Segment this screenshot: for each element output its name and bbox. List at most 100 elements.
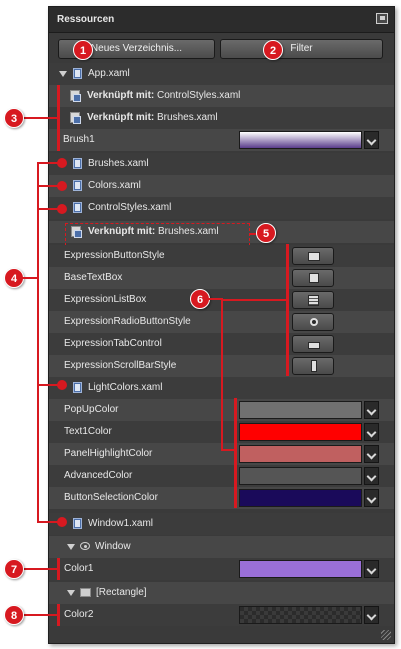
tree-item-label: LightColors.xaml xyxy=(88,382,163,393)
highlight-bar xyxy=(57,129,60,151)
tree-item-label: ControlStyles.xaml xyxy=(88,202,172,213)
tree-item-brushes[interactable]: Brushes.xaml xyxy=(49,153,394,175)
transparent-swatch[interactable] xyxy=(239,606,362,624)
style-preview-button[interactable] xyxy=(292,335,334,353)
callout-5: 5 xyxy=(256,223,276,243)
callout-bracket xyxy=(286,244,289,376)
radio-style-icon xyxy=(310,318,318,326)
eye-icon xyxy=(80,542,90,550)
chevron-down-icon[interactable] xyxy=(364,489,379,507)
tree-item-window1[interactable]: Window1.xaml xyxy=(49,513,394,535)
panel-title: Ressourcen xyxy=(57,14,115,25)
color-swatch[interactable] xyxy=(239,489,362,507)
chevron-down-icon[interactable] xyxy=(364,131,379,149)
xaml-file-icon xyxy=(73,382,82,393)
callout-dot xyxy=(57,380,67,390)
callout-dot xyxy=(57,517,67,527)
chevron-down-icon[interactable] xyxy=(364,445,379,463)
toolbar: Neues Verzeichnis... Filter xyxy=(58,39,384,63)
linked-row[interactable]: Verknüpft mit: ControlStyles.xaml xyxy=(49,85,394,107)
callout-dot xyxy=(57,158,67,168)
style-preview-button[interactable] xyxy=(292,269,334,287)
tree-item-rectangle[interactable]: [Rectangle] xyxy=(49,582,394,604)
style-name: BaseTextBox xyxy=(64,272,123,283)
linked-dictionary-icon xyxy=(70,90,81,102)
expand-arrow-icon[interactable] xyxy=(59,71,67,77)
resource-row-brush1[interactable]: Brush1 xyxy=(49,129,394,151)
color-row[interactable]: Color1 xyxy=(49,558,394,580)
scrollbar-style-icon xyxy=(311,360,317,372)
color-swatch[interactable] xyxy=(239,467,362,485)
expand-arrow-icon[interactable] xyxy=(67,590,75,596)
color-row[interactable]: Color2 xyxy=(49,604,394,626)
linked-row-label: Verknüpft mit: Brushes.xaml xyxy=(87,112,218,123)
listbox-style-icon xyxy=(308,295,319,306)
color-name: AdvancedColor xyxy=(64,470,133,481)
callout-line xyxy=(221,449,235,451)
resource-name: Brush1 xyxy=(63,134,95,145)
xaml-file-icon xyxy=(73,68,82,79)
color-name: PanelHighlightColor xyxy=(64,448,153,459)
style-row[interactable]: ExpressionButtonStyle xyxy=(49,245,394,267)
chevron-down-icon[interactable] xyxy=(364,423,379,441)
style-preview-button[interactable] xyxy=(292,291,334,309)
resize-grip-icon[interactable] xyxy=(381,630,391,640)
color-swatch[interactable] xyxy=(239,401,362,419)
xaml-file-icon xyxy=(73,158,82,169)
chevron-down-icon[interactable] xyxy=(364,560,379,578)
color-name: Text1Color xyxy=(64,426,112,437)
highlight-bar xyxy=(57,558,60,580)
callout-line xyxy=(22,117,57,119)
tree-item-label: App.xaml xyxy=(88,68,130,79)
xaml-file-icon xyxy=(73,180,82,191)
style-name: ExpressionRadioButtonStyle xyxy=(64,316,191,327)
tree-item-label: Window xyxy=(95,541,131,552)
callout-dot xyxy=(57,204,67,214)
color-name: PopUpColor xyxy=(64,404,119,415)
callout-dot xyxy=(57,181,67,191)
pin-icon[interactable] xyxy=(376,13,388,24)
color-swatch[interactable] xyxy=(239,560,362,578)
tabcontrol-style-icon xyxy=(308,342,320,349)
callout-line xyxy=(22,277,38,279)
color-name: ButtonSelectionColor xyxy=(64,492,158,503)
color-name: Color1 xyxy=(64,563,94,574)
style-name: ExpressionListBox xyxy=(64,294,147,305)
style-preview-button[interactable] xyxy=(292,313,334,331)
expand-arrow-icon[interactable] xyxy=(67,544,75,550)
linked-row[interactable]: Verknüpft mit: Brushes.xaml xyxy=(49,107,394,129)
chevron-down-icon[interactable] xyxy=(364,606,379,624)
callout-line xyxy=(208,298,222,300)
tree-item-app[interactable]: App.xaml xyxy=(49,63,394,85)
tree-item-window[interactable]: Window xyxy=(49,536,394,558)
callout-line xyxy=(221,299,287,301)
color-swatch[interactable] xyxy=(239,423,362,441)
tree-item-colors[interactable]: Colors.xaml xyxy=(49,175,394,197)
rectangle-icon xyxy=(80,588,91,597)
filter-button[interactable]: Filter xyxy=(220,39,383,59)
callout-6: 6 xyxy=(190,289,210,309)
callout-8: 8 xyxy=(4,605,24,625)
textbox-style-icon xyxy=(309,273,319,283)
style-name: ExpressionTabControl xyxy=(64,338,162,349)
button-style-icon xyxy=(308,252,320,261)
tree-item-controlstyles[interactable]: ControlStyles.xaml xyxy=(49,197,394,219)
brush-swatch[interactable] xyxy=(239,131,362,149)
style-preview-button[interactable] xyxy=(292,357,334,375)
callout-line xyxy=(22,614,57,616)
chevron-down-icon[interactable] xyxy=(364,467,379,485)
style-row[interactable]: BaseTextBox xyxy=(49,267,394,289)
color-row[interactable]: ButtonSelectionColor xyxy=(49,487,394,509)
chevron-down-icon[interactable] xyxy=(364,401,379,419)
color-row[interactable]: AdvancedColor xyxy=(49,465,394,487)
tree-item-label: Colors.xaml xyxy=(88,180,141,191)
color-swatch[interactable] xyxy=(239,445,362,463)
linked-row-label: Verknüpft mit: ControlStyles.xaml xyxy=(87,90,241,101)
tree-item-label: [Rectangle] xyxy=(96,587,147,598)
style-preview-button[interactable] xyxy=(292,247,334,265)
panel-titlebar: Ressourcen xyxy=(49,7,394,33)
highlight-bar xyxy=(57,107,60,129)
callout-7: 7 xyxy=(4,559,24,579)
callout-4: 4 xyxy=(4,268,24,288)
xaml-file-icon xyxy=(73,518,82,529)
